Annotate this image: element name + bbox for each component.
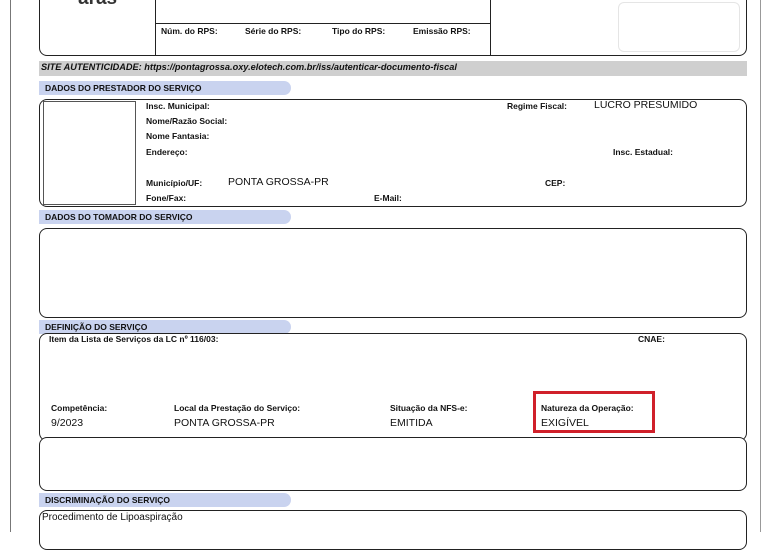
section-prestador: DADOS DO PRESTADOR DO SERVIÇO	[39, 81, 291, 95]
competencia-label: Competência:	[51, 403, 108, 413]
nome-fantasia-label: Nome Fantasia:	[146, 131, 210, 141]
authenticity-text: SITE AUTENTICIDADE: https://pontagrossa.…	[41, 62, 457, 72]
insc-estadual-label: Insc. Estadual:	[613, 147, 673, 157]
fone-label: Fone/Fax:	[146, 193, 187, 203]
nome-razao-label: Nome/Razão Social:	[146, 116, 228, 126]
header-divider-right	[490, 0, 491, 55]
municipio-value: PONTA GROSSA-PR	[228, 176, 329, 188]
cnae-label: CNAE:	[638, 334, 665, 344]
local-prestacao-label: Local da Prestação do Serviço:	[174, 403, 301, 413]
regime-fiscal-label: Regime Fiscal:	[507, 101, 567, 111]
section-servico: DEFINIÇÃO DO SERVIÇO	[39, 320, 291, 334]
email-label: E-Mail:	[374, 193, 402, 203]
page-right-edge	[760, 0, 761, 532]
local-prestacao-value: PONTA GROSSA-PR	[174, 417, 275, 429]
rps-tipo-label: Tipo do RPS:	[332, 26, 386, 36]
header-divider-left	[155, 0, 156, 55]
header-logo-text: aras	[78, 0, 117, 10]
page-left-edge	[10, 0, 11, 532]
competencia-value: 9/2023	[51, 417, 84, 429]
header-watermark	[618, 2, 740, 52]
municipio-label: Município/UF:	[146, 178, 203, 188]
prestador-logo-placeholder	[43, 101, 136, 205]
insc-municipal-label: Insc. Municipal:	[146, 101, 210, 111]
discriminacao-text: Procedimento de Lipoaspiração	[42, 512, 183, 523]
item-lista-label: Item da Lista de Serviços da LC nº 116/0…	[49, 334, 219, 344]
regime-fiscal-value: LUCRO PRESUMIDO	[594, 99, 698, 111]
situacao-value: EMITIDA	[390, 417, 433, 429]
tomador-box	[39, 228, 747, 318]
situacao-label: Situação da NFS-e:	[390, 403, 468, 413]
endereco-label: Endereço:	[146, 147, 188, 157]
rps-separator	[155, 23, 490, 24]
section-discriminacao: DISCRIMINAÇÃO DO SERVIÇO	[39, 493, 291, 507]
natureza-highlight-box	[533, 391, 655, 433]
rps-number-label: Núm. do RPS:	[161, 26, 218, 36]
valores-box	[39, 437, 747, 491]
cep-label: CEP:	[545, 178, 566, 188]
rps-serie-label: Série do RPS:	[245, 26, 302, 36]
section-tomador: DADOS DO TOMADOR DO SERVIÇO	[39, 210, 291, 224]
rps-emissao-label: Emissão RPS:	[413, 26, 471, 36]
